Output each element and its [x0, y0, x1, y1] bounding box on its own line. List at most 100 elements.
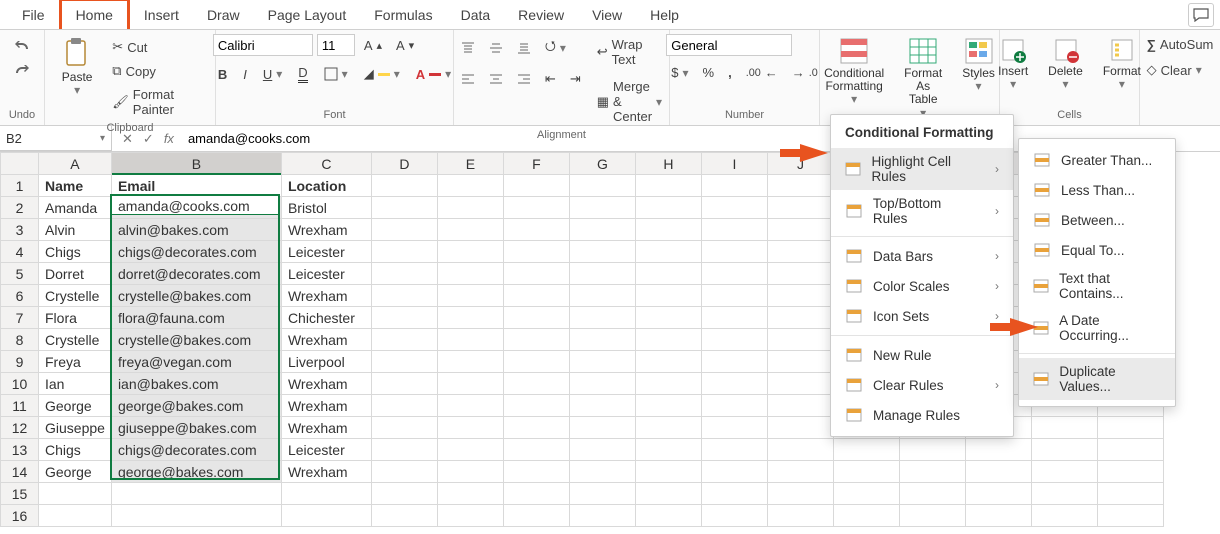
cell-I5[interactable] — [701, 263, 767, 285]
cell-J12[interactable] — [767, 417, 833, 439]
row-header-8[interactable]: 8 — [1, 329, 39, 351]
cell-B6[interactable]: crystelle@bakes.com — [111, 285, 281, 307]
cell-H14[interactable] — [635, 461, 701, 483]
row-header-7[interactable]: 7 — [1, 307, 39, 329]
row-header-14[interactable]: 14 — [1, 461, 39, 483]
cell-G13[interactable] — [569, 439, 635, 461]
cell-E12[interactable] — [437, 417, 503, 439]
cell-F13[interactable] — [503, 439, 569, 461]
cell-H3[interactable] — [635, 219, 701, 241]
cell-J8[interactable] — [767, 329, 833, 351]
cell-A15[interactable] — [39, 483, 112, 505]
cell-E9[interactable] — [437, 351, 503, 373]
cell-C6[interactable]: Wrexham — [281, 285, 371, 307]
cell-F7[interactable] — [503, 307, 569, 329]
cell-K14[interactable] — [833, 461, 899, 483]
cell-E14[interactable] — [437, 461, 503, 483]
cell-A3[interactable]: Alvin — [39, 219, 112, 241]
cell-G16[interactable] — [569, 505, 635, 527]
cell-F4[interactable] — [503, 241, 569, 263]
cell-H7[interactable] — [635, 307, 701, 329]
delete-cells-button[interactable]: Delete▾ — [1041, 34, 1090, 94]
row-header-4[interactable]: 4 — [1, 241, 39, 263]
cell-J6[interactable] — [767, 285, 833, 307]
cell-C9[interactable]: Liverpool — [281, 351, 371, 373]
cell-D2[interactable] — [371, 197, 437, 219]
double-underline-button[interactable]: D — [293, 62, 312, 86]
autosum-button[interactable]: ∑AutoSum — [1142, 34, 1219, 55]
cell-J11[interactable] — [767, 395, 833, 417]
wrap-text-button[interactable]: ↩Wrap Text — [592, 34, 667, 70]
cell-I4[interactable] — [701, 241, 767, 263]
decrease-font-button[interactable]: A▾ — [391, 35, 419, 56]
row-header-2[interactable]: 2 — [1, 197, 39, 219]
cell-L15[interactable] — [899, 483, 965, 505]
cell-D6[interactable] — [371, 285, 437, 307]
hcr-item-less-than-[interactable]: Less Than... — [1019, 175, 1175, 205]
cell-B8[interactable]: crystelle@bakes.com — [111, 329, 281, 351]
cell-C2[interactable]: Bristol — [281, 197, 371, 219]
cell-A2[interactable]: Amanda — [39, 197, 112, 219]
align-middle-button[interactable] — [484, 38, 508, 58]
cell-O15[interactable] — [1097, 483, 1163, 505]
redo-button[interactable] — [8, 62, 36, 82]
cell-G3[interactable] — [569, 219, 635, 241]
font-color-button[interactable]: A▾ — [411, 64, 456, 85]
cell-B5[interactable]: dorret@decorates.com — [111, 263, 281, 285]
cell-J14[interactable] — [767, 461, 833, 483]
fx-icon[interactable]: fx — [164, 131, 174, 146]
cell-H13[interactable] — [635, 439, 701, 461]
cell-B2[interactable]: amanda@cooks.com — [111, 197, 281, 219]
cell-K16[interactable] — [833, 505, 899, 527]
tab-page-layout[interactable]: Page Layout — [254, 1, 361, 29]
cell-E4[interactable] — [437, 241, 503, 263]
cell-H8[interactable] — [635, 329, 701, 351]
cell-D7[interactable] — [371, 307, 437, 329]
borders-button[interactable]: ▾ — [319, 64, 353, 84]
number-format-select[interactable] — [666, 34, 792, 56]
tab-view[interactable]: View — [578, 1, 636, 29]
tab-help[interactable]: Help — [636, 1, 693, 29]
cut-button[interactable]: ✂Cut — [107, 36, 207, 58]
font-name-input[interactable] — [213, 34, 313, 56]
cell-J10[interactable] — [767, 373, 833, 395]
tab-home[interactable]: Home — [59, 0, 130, 29]
cell-C1[interactable]: Location — [281, 175, 371, 197]
cell-D13[interactable] — [371, 439, 437, 461]
cell-O12[interactable] — [1097, 417, 1163, 439]
cell-D8[interactable] — [371, 329, 437, 351]
cell-G15[interactable] — [569, 483, 635, 505]
cf-item-manage-rules[interactable]: Manage Rules — [831, 400, 1013, 430]
underline-button[interactable]: U▾ — [258, 64, 287, 85]
cf-item-icon-sets[interactable]: Icon Sets› — [831, 301, 1013, 331]
cell-C7[interactable]: Chichester — [281, 307, 371, 329]
cell-G7[interactable] — [569, 307, 635, 329]
tab-formulas[interactable]: Formulas — [360, 1, 446, 29]
cell-E13[interactable] — [437, 439, 503, 461]
cell-B4[interactable]: chigs@decorates.com — [111, 241, 281, 263]
cell-F10[interactable] — [503, 373, 569, 395]
cell-A5[interactable]: Dorret — [39, 263, 112, 285]
cell-E3[interactable] — [437, 219, 503, 241]
column-header-H[interactable]: H — [635, 153, 701, 175]
cell-G9[interactable] — [569, 351, 635, 373]
cell-N13[interactable] — [1031, 439, 1097, 461]
cell-C3[interactable]: Wrexham — [281, 219, 371, 241]
cell-L14[interactable] — [899, 461, 965, 483]
row-header-15[interactable]: 15 — [1, 483, 39, 505]
font-size-input[interactable] — [317, 34, 355, 56]
cell-G12[interactable] — [569, 417, 635, 439]
hcr-item-text-that-contains-[interactable]: Text that Contains... — [1019, 265, 1175, 307]
cell-A7[interactable]: Flora — [39, 307, 112, 329]
cell-F14[interactable] — [503, 461, 569, 483]
cell-H10[interactable] — [635, 373, 701, 395]
cell-H4[interactable] — [635, 241, 701, 263]
cell-D3[interactable] — [371, 219, 437, 241]
cell-E15[interactable] — [437, 483, 503, 505]
cell-B10[interactable]: ian@bakes.com — [111, 373, 281, 395]
cell-N16[interactable] — [1031, 505, 1097, 527]
cell-F15[interactable] — [503, 483, 569, 505]
percent-button[interactable]: % — [698, 62, 720, 83]
conditional-formatting-button[interactable]: Conditional Formatting ▾ — [817, 34, 891, 110]
cell-F8[interactable] — [503, 329, 569, 351]
